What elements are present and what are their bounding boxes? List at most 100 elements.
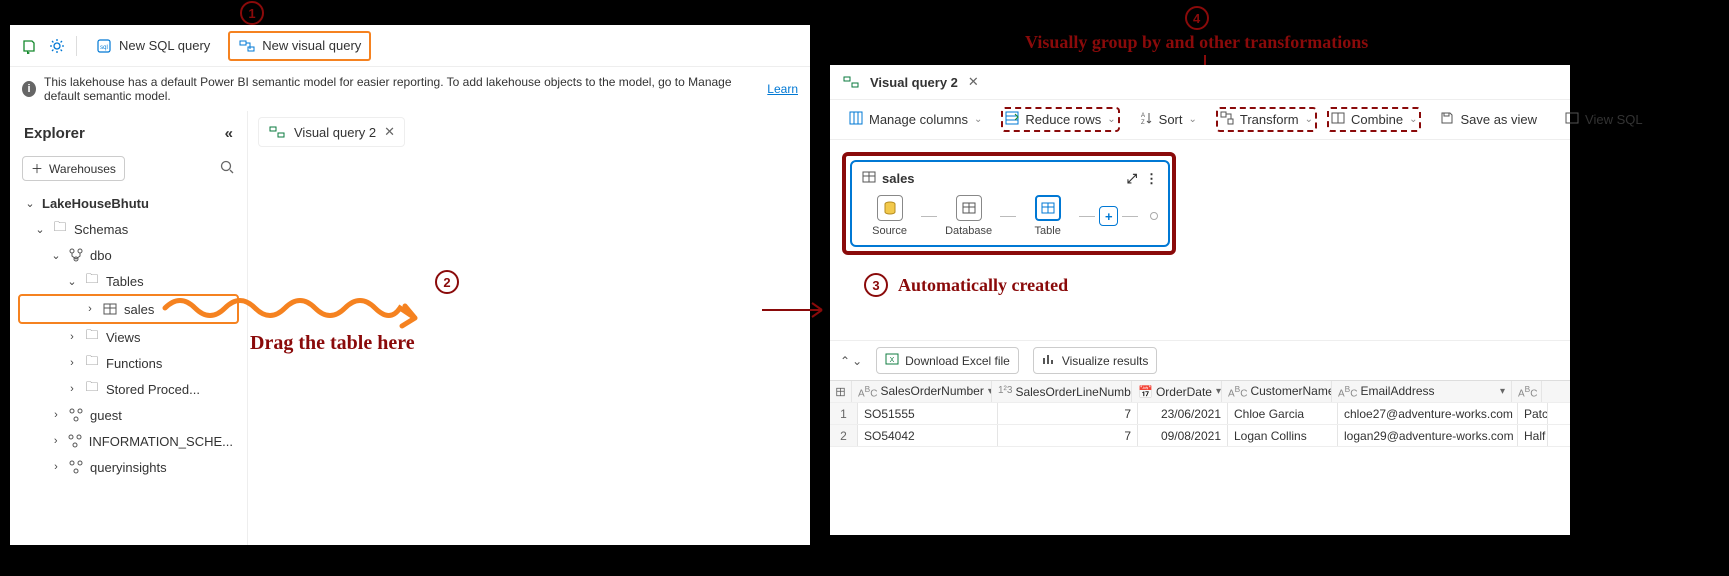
filter-icon[interactable]: ▾ bbox=[1500, 386, 1505, 397]
tree-node-info-schema[interactable]: › INFORMATION_SCHE... bbox=[18, 428, 239, 454]
column-header-salesorder[interactable]: ABCSalesOrderNumber▾ bbox=[852, 381, 992, 402]
tree-node-lakehouse[interactable]: ⌄ LakeHouseBhutu bbox=[18, 191, 239, 216]
chevron-right-icon: › bbox=[66, 357, 78, 369]
columns-icon bbox=[849, 111, 863, 128]
guest-label: guest bbox=[90, 408, 122, 423]
close-icon[interactable]: ✕ bbox=[384, 124, 395, 140]
chevron-right-icon: › bbox=[50, 409, 62, 421]
step-database-label: Database bbox=[945, 225, 992, 237]
refresh-icon[interactable] bbox=[20, 37, 38, 55]
combine-button[interactable]: Combine ⌄ bbox=[1327, 107, 1421, 132]
chevron-down-icon: ⌄ bbox=[974, 114, 982, 125]
settings-icon[interactable] bbox=[48, 37, 66, 55]
query-card-header: sales ⤢ ⋮ bbox=[862, 170, 1158, 187]
cell: Chloe Garcia bbox=[1228, 403, 1338, 424]
column-header-email[interactable]: ABCEmailAddress▾ bbox=[1332, 381, 1512, 402]
add-step-button[interactable]: + bbox=[1099, 206, 1118, 226]
tree-node-stored-procs[interactable]: › 🗀 Stored Proced... bbox=[18, 376, 239, 402]
chevron-right-icon: › bbox=[84, 303, 96, 315]
cell: SO51555 bbox=[858, 403, 998, 424]
info-learn-link[interactable]: Learn bbox=[767, 82, 798, 96]
chevron-right-icon: › bbox=[66, 383, 78, 395]
schema-icon bbox=[68, 459, 84, 475]
reduce-icon bbox=[1005, 111, 1019, 128]
expand-icon[interactable]: ⤢ bbox=[1127, 171, 1137, 187]
new-sql-query-button[interactable]: sql New SQL query bbox=[87, 33, 218, 59]
view-sql-button[interactable]: View SQL bbox=[1556, 106, 1652, 133]
svg-text:A: A bbox=[1141, 113, 1145, 119]
annotation-badge-2: 2 bbox=[435, 270, 459, 294]
query-card-sales[interactable]: sales ⤢ ⋮ Source Database bbox=[850, 160, 1170, 247]
save-as-view-button[interactable]: Save as view bbox=[1431, 106, 1546, 133]
combine-label: Combine bbox=[1351, 112, 1403, 127]
tab-visual-query-2[interactable]: Visual query 2 ✕ bbox=[258, 117, 405, 147]
tree-node-functions[interactable]: › 🗀 Functions bbox=[18, 350, 239, 376]
column-header-customer[interactable]: ABCCustomerName▾ bbox=[1222, 381, 1332, 402]
chevron-right-icon: › bbox=[50, 461, 62, 473]
folder-icon: 🗀 bbox=[84, 355, 100, 371]
column-header-line[interactable]: 1²3SalesOrderLineNumber▾ bbox=[992, 381, 1132, 402]
cell: chloe27@adventure-works.com bbox=[1338, 403, 1518, 424]
table-row[interactable]: 1 SO51555 7 23/06/2021 Chloe Garcia chlo… bbox=[830, 403, 1570, 425]
step-source-label: Source bbox=[872, 225, 907, 237]
tree-node-schemas[interactable]: ⌄ 🗀 Schemas bbox=[18, 216, 239, 242]
tree-node-dbo[interactable]: ⌄ dbo bbox=[18, 242, 239, 268]
step-database[interactable]: Database bbox=[941, 195, 996, 237]
sort-icon: AZ bbox=[1139, 111, 1153, 128]
collapse-sidebar-icon[interactable]: « bbox=[225, 125, 233, 142]
chevron-right-icon: › bbox=[50, 435, 61, 447]
manage-columns-button[interactable]: Manage columns ⌄ bbox=[840, 106, 991, 133]
transition-arrow-icon bbox=[762, 300, 832, 320]
query-designer[interactable]: sales ⤢ ⋮ Source Database bbox=[830, 140, 1570, 340]
table-icon bbox=[956, 195, 982, 221]
cell: Patc bbox=[1518, 403, 1548, 424]
step-table[interactable]: Table bbox=[1020, 195, 1075, 237]
warehouses-label: Warehouses bbox=[49, 162, 116, 176]
step-source[interactable]: Source bbox=[862, 195, 917, 237]
tree-node-guest[interactable]: › guest bbox=[18, 402, 239, 428]
row-number: 1 bbox=[830, 403, 858, 424]
table-icon bbox=[830, 381, 852, 402]
filter-icon[interactable]: ▾ bbox=[1216, 386, 1221, 397]
annotation-4-text: Visually group by and other transformati… bbox=[1025, 32, 1368, 53]
transform-button[interactable]: Transform ⌄ bbox=[1216, 107, 1317, 132]
download-excel-button[interactable]: X Download Excel file bbox=[876, 347, 1019, 374]
right-toolbar: Manage columns ⌄ Reduce rows ⌄ AZ Sort ⌄… bbox=[830, 100, 1570, 140]
left-panel: 1 sql New SQL query New visual query i T… bbox=[10, 25, 810, 535]
table-row[interactable]: 2 SO54042 7 09/08/2021 Logan Collins log… bbox=[830, 425, 1570, 447]
visualize-results-button[interactable]: Visualize results bbox=[1033, 347, 1157, 374]
annotation-badge-4: 4 bbox=[1185, 6, 1209, 30]
close-icon[interactable]: ✕ bbox=[968, 74, 979, 90]
grid-header-row: ABCSalesOrderNumber▾ 1²3SalesOrderLineNu… bbox=[830, 381, 1570, 403]
annotation-3-line: 3 Automatically created bbox=[864, 273, 1558, 297]
more-icon[interactable]: ⋮ bbox=[1145, 171, 1158, 187]
column-header-orderdate[interactable]: 📅OrderDate▾ bbox=[1132, 381, 1222, 402]
sql-icon: sql bbox=[95, 37, 113, 55]
left-toolbar: sql New SQL query New visual query bbox=[10, 25, 810, 67]
chevron-down-icon: ⌄ bbox=[50, 249, 62, 262]
excel-icon: X bbox=[885, 352, 899, 369]
folder-icon: 🗀 bbox=[52, 221, 68, 237]
column-header-extra[interactable]: ABC bbox=[1512, 381, 1542, 402]
sort-label: Sort bbox=[1159, 112, 1183, 127]
collapse-results-icon[interactable]: ⌃⌄ bbox=[840, 354, 862, 368]
chevron-down-icon: ⌄ bbox=[1107, 114, 1115, 125]
tree-node-queryinsights[interactable]: › queryinsights bbox=[18, 454, 239, 480]
cell: Logan Collins bbox=[1228, 425, 1338, 446]
transform-icon bbox=[1220, 111, 1234, 128]
cell: Half bbox=[1518, 425, 1548, 446]
add-warehouse-button[interactable]: ＋ Warehouses bbox=[22, 156, 125, 181]
transform-label: Transform bbox=[1240, 112, 1299, 127]
output-node[interactable] bbox=[1150, 212, 1158, 220]
info-text: This lakehouse has a default Power BI se… bbox=[44, 75, 759, 103]
folder-icon: 🗀 bbox=[84, 381, 100, 397]
reduce-rows-button[interactable]: Reduce rows ⌄ bbox=[1001, 107, 1119, 132]
cell: SO54042 bbox=[858, 425, 998, 446]
new-visual-query-button[interactable]: New visual query bbox=[228, 31, 371, 61]
query-steps: Source Database Table + bbox=[862, 195, 1158, 237]
step-table-label: Table bbox=[1035, 225, 1061, 237]
sort-button[interactable]: AZ Sort ⌄ bbox=[1130, 106, 1206, 133]
reduce-label: Reduce rows bbox=[1025, 112, 1101, 127]
schema-icon bbox=[68, 247, 84, 263]
search-icon[interactable] bbox=[219, 159, 235, 178]
